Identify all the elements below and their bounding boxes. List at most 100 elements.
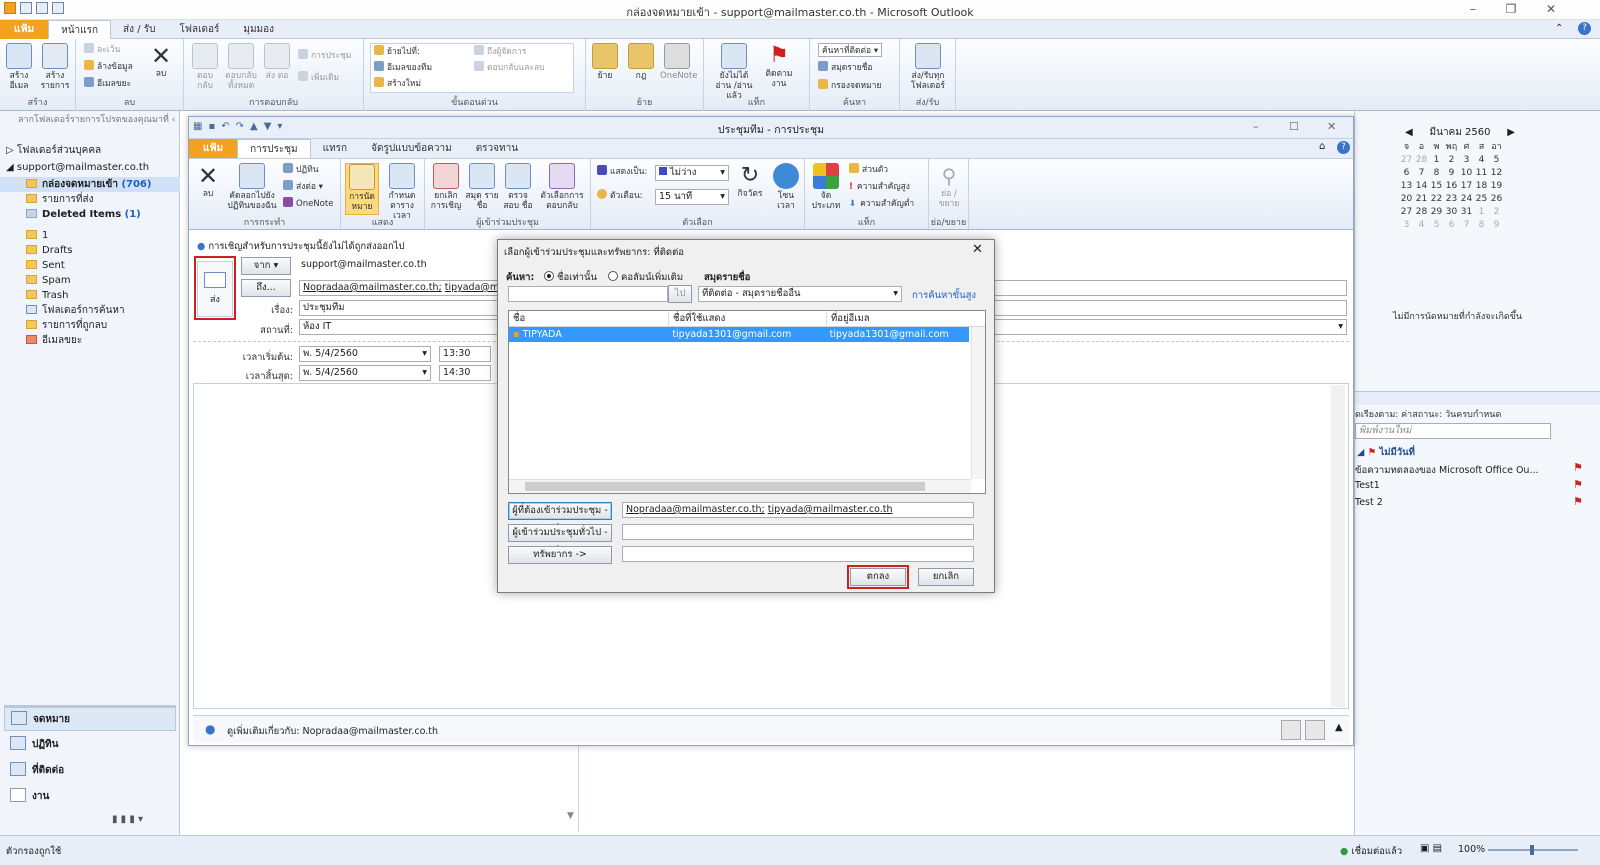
calendar-day[interactable]: 30 [1444,205,1459,218]
calendar-day[interactable]: 23 [1444,192,1459,205]
tab-send-receive[interactable]: ส่ง / รับ [111,20,167,39]
ignore-button[interactable]: ละเว้น [84,43,120,57]
meeting-address-book-button[interactable]: สมุด รายชื่อ [465,163,499,211]
arrange-by[interactable]: ดเรียงตาม: ค่าสถานะ: วันครบกำหนด [1355,407,1501,421]
folder-sent[interactable]: Sent [0,258,180,273]
view-buttons[interactable]: ▣ ▤ [1420,843,1442,854]
meeting-reply-button[interactable]: การประชุม [298,49,351,63]
calendar-day[interactable]: 4 [1474,153,1489,166]
calendar-day[interactable]: 24 [1459,192,1474,205]
close-icon[interactable]: ✕ [1540,2,1562,16]
advanced-find-link[interactable]: การค้นหาขั้นสูง [912,288,976,303]
calendar-day[interactable]: 15 [1429,179,1444,192]
new-email-button[interactable]: สร้าง อีเมล [2,43,36,91]
list-scroll-down-icon[interactable]: ▼ [567,811,574,821]
tab-file[interactable]: แฟ้ม [0,19,49,39]
folder-search[interactable]: โฟลเดอร์การค้นหา [0,303,180,318]
column-display-name[interactable]: ชื่อที่ใช้แสดง [669,311,827,326]
folder-junk[interactable]: อีเมลขยะ [0,333,180,348]
required-attendees-field[interactable]: Nopradaa@mailmaster.co.th; tipyada@mailm… [622,502,974,518]
calendar-day[interactable]: 3 [1459,153,1474,166]
appointment-button[interactable]: การนัด หมาย [345,163,379,215]
folder-1[interactable]: 1 [0,228,180,243]
meeting-onenote-button[interactable]: OneNote [283,197,333,211]
calendar-day[interactable]: 27 [1399,153,1414,166]
module-tasks[interactable]: งาน [4,785,176,809]
resources-button[interactable]: ทรัพยากร -> [508,546,612,564]
calendar-day[interactable]: 6 [1399,166,1414,179]
calendar-day[interactable]: 7 [1414,166,1429,179]
calendar-day[interactable]: 6 [1444,218,1459,231]
person-avatar-icon[interactable] [1281,720,1301,740]
zoom-button[interactable]: ⚲ ย่อ /ขยาย [932,163,966,209]
ribbon-minimize-icon[interactable]: ⌃ [1555,23,1563,34]
meeting-tab-format[interactable]: จัดรูปแบบข้อความ [359,139,464,158]
table-row[interactable]: ▪ TIPYADA tipyada1301@gmail.com tipyada1… [509,327,969,342]
low-importance-button[interactable]: ⬇ ความสำคัญต่ำ [849,197,914,211]
calendar-day[interactable]: 11 [1474,166,1489,179]
follow-up-button[interactable]: ⚑ ติดตาม งาน [762,43,796,89]
end-time-field[interactable]: 14:30 [439,365,491,381]
calendar-day[interactable]: 13 [1399,179,1414,192]
calendar-day[interactable]: 9 [1444,166,1459,179]
nav-shortcut-icons[interactable]: ▮ ▮ ▮ ▾ [112,814,143,825]
tab-folder[interactable]: โฟลเดอร์ [167,20,231,39]
module-contacts[interactable]: ที่ติดต่อ [4,759,176,783]
personal-folders[interactable]: ▷ โฟลเดอร์ส่วนบุคคล [0,143,180,158]
send-receive-all-button[interactable]: ส่ง/รับทุก โฟลเดอร์ [904,43,952,91]
folder-spam[interactable]: Spam [0,273,180,288]
new-items-button[interactable]: สร้าง รายการ [38,43,72,91]
start-date-field[interactable]: พ. 5/4/2560 ▾ [299,346,431,362]
response-options-button[interactable]: ตัวเลือกการ ตอบกลับ [537,163,587,211]
calendar-day[interactable]: 31 [1459,205,1474,218]
calendar-day[interactable]: 4 [1414,218,1429,231]
calendar-day[interactable]: 25 [1474,192,1489,205]
zoom-slider-thumb[interactable] [1530,845,1534,855]
search-input[interactable] [508,286,668,302]
cancel-button[interactable]: ยกเลิก [918,568,974,586]
meeting-tab-file[interactable]: แฟ้ม [189,139,238,158]
column-email[interactable]: ที่อยู่อีเมล [827,311,971,326]
calendar-day[interactable]: 1 [1474,205,1489,218]
calendar-day[interactable]: 2 [1444,153,1459,166]
folder-sent-items[interactable]: รายการที่ส่ง [0,192,180,207]
calendar-day[interactable]: 8 [1429,166,1444,179]
calendar-button[interactable]: ปฏิทิน [283,163,319,177]
meeting-help-icon[interactable]: ? [1337,141,1350,154]
forward-button[interactable]: ส่ง ต่อ [260,43,294,81]
create-new-step[interactable]: สร้างใหม่ [374,77,421,91]
meeting-minimize-icon[interactable]: – [1253,120,1259,133]
meeting-restore-icon[interactable]: ☐ [1289,120,1299,133]
meeting-tab-insert[interactable]: แทรก [311,139,359,158]
cancel-invite-button[interactable]: ยกเลิก การเชิญ [429,163,463,211]
tab-view[interactable]: มุมมอง [231,20,286,39]
reply-all-button[interactable]: ตอบกลับ ทั้งหมด [224,43,258,91]
meeting-tab-meeting[interactable]: การประชุม [237,139,311,158]
task-flag-icon[interactable]: ⚑ [1573,461,1583,474]
categorize-button[interactable]: จัด ประเภท [809,163,843,211]
reply-button[interactable]: ตอบ กลับ [188,43,222,91]
address-book-button[interactable]: สมุดรายชื่อ [818,61,873,75]
folder-trash[interactable]: Trash [0,288,180,303]
task-flag-icon[interactable]: ⚑ [1573,478,1583,491]
calendar-day[interactable]: 19 [1489,179,1504,192]
calendar-day[interactable]: 12 [1489,166,1504,179]
address-book-select[interactable]: ที่ติดต่อ - สมุดรายชื่ออื่น ▾ [698,286,902,302]
more-reply-button[interactable]: เพิ่มเติม [298,71,339,85]
meeting-delete-button[interactable]: ✕ ลบ [191,163,225,199]
calendar-day[interactable]: 10 [1459,166,1474,179]
body-scrollbar[interactable] [1331,385,1345,707]
expand-people-icon[interactable]: ▲ [1335,722,1343,733]
go-button[interactable]: ไป [668,285,692,303]
calendar-day[interactable]: 28 [1414,205,1429,218]
calendar-day[interactable]: 18 [1474,179,1489,192]
calendar-day[interactable]: 14 [1414,179,1429,192]
task-item[interactable]: Test1 [1355,480,1380,491]
scheduling-button[interactable]: กำหนด ตารางเวลา [385,163,419,221]
calendar-day[interactable]: 9 [1489,218,1504,231]
reply-delete-step[interactable]: ตอบกลับและลบ [474,61,545,75]
radio-name-only[interactable]: ชื่อเท่านั้น [544,270,597,285]
optional-attendees-button[interactable]: ผู้เข้าร่วมประชุมทั่วไป -> [508,524,612,554]
from-button[interactable]: จาก ▾ [241,257,291,275]
to-button[interactable]: ถึง... [241,279,291,297]
